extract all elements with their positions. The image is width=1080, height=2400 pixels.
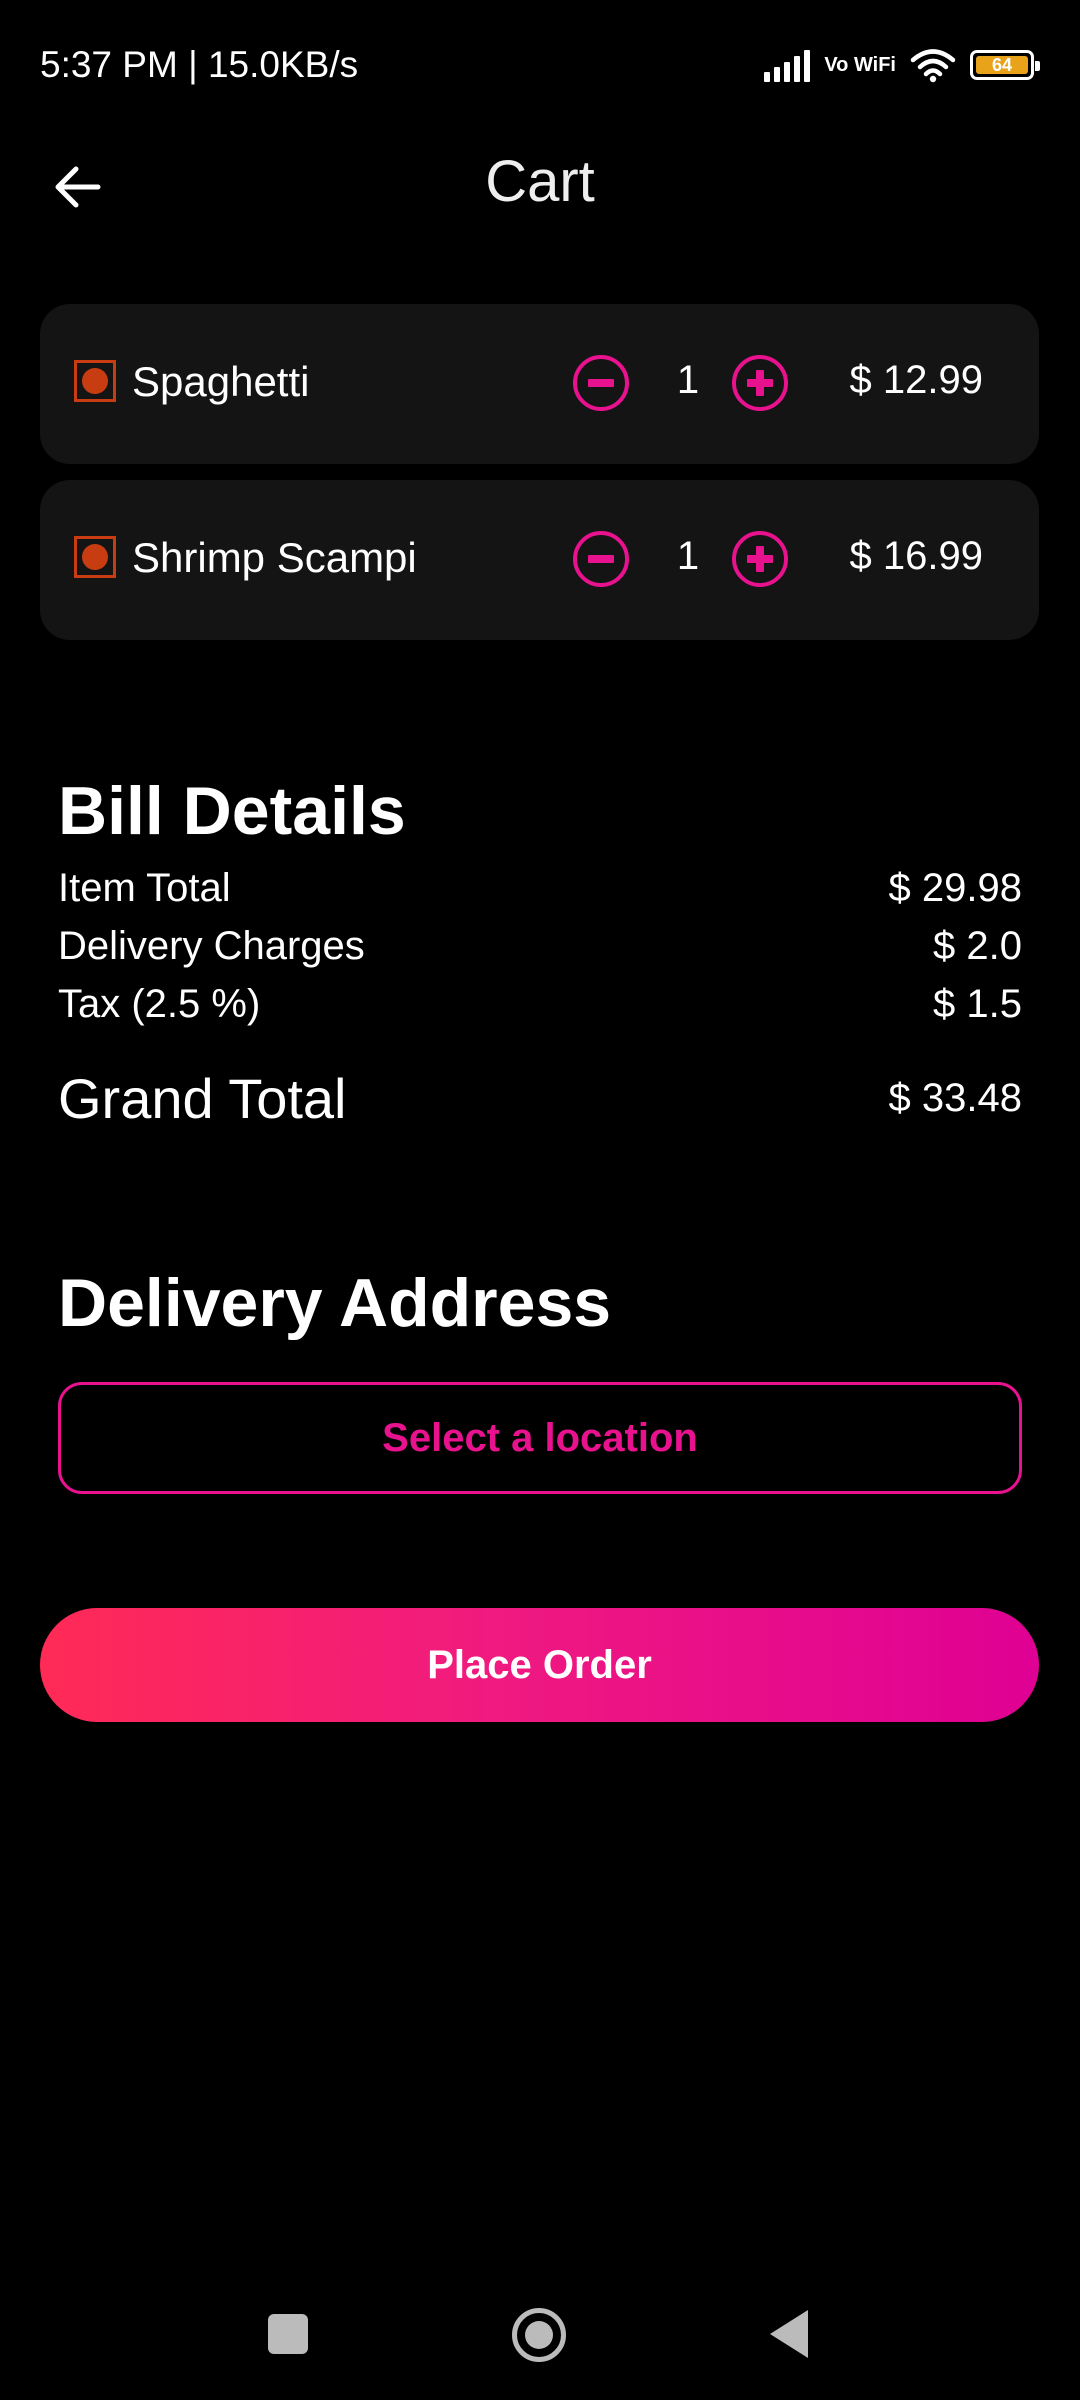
decrease-quantity-button[interactable]	[573, 355, 629, 411]
page-title: Cart	[485, 149, 595, 214]
increase-quantity-button[interactable]	[732, 531, 788, 587]
cart-item: Spaghetti 1 $ 12.99	[40, 304, 1039, 464]
cart-list: Spaghetti 1 $ 12.99 Shrimp Scampi 1 $ 16…	[40, 304, 1039, 656]
bill-row-value: $ 1.5	[933, 982, 1022, 1026]
food-type-icon	[74, 360, 116, 402]
grand-total-value: $ 33.48	[888, 1076, 1022, 1120]
cart-item-name: Shrimp Scampi	[132, 534, 417, 581]
bill-row-tax: Tax (2.5 %) $ 1.5	[58, 982, 1022, 1027]
food-type-icon	[74, 536, 116, 578]
bill-details-title: Bill Details	[58, 773, 406, 849]
system-nav-bar	[0, 2280, 1080, 2400]
bill-row-label: Item Total	[58, 866, 231, 910]
quantity-value: 1	[676, 534, 700, 578]
decrease-quantity-button[interactable]	[573, 531, 629, 587]
battery-level: 64	[976, 55, 1028, 75]
grand-total-label: Grand Total	[58, 1067, 347, 1130]
grand-total-row: Grand Total $ 33.48	[58, 1066, 1022, 1131]
system-back-button[interactable]	[770, 2310, 808, 2358]
cart-item-name: Spaghetti	[132, 358, 310, 405]
bill-row-value: $ 29.98	[888, 866, 1022, 910]
recent-apps-button[interactable]	[268, 2314, 308, 2354]
cart-item-price: $ 16.99	[849, 534, 983, 578]
select-location-button[interactable]: Select a location	[58, 1382, 1022, 1494]
delivery-address-title: Delivery Address	[58, 1265, 612, 1341]
bill-row-label: Tax (2.5 %)	[58, 982, 261, 1026]
bill-row-value: $ 2.0	[933, 924, 1022, 968]
bill-row-delivery-charges: Delivery Charges $ 2.0	[58, 924, 1022, 969]
cart-item: Shrimp Scampi 1 $ 16.99	[40, 480, 1039, 640]
quantity-value: 1	[676, 358, 700, 402]
battery-icon: 64	[970, 50, 1040, 80]
cart-item-price: $ 12.99	[849, 358, 983, 402]
increase-quantity-button[interactable]	[732, 355, 788, 411]
signal-strength-icon	[764, 48, 811, 82]
place-order-button[interactable]: Place Order	[40, 1608, 1039, 1722]
wifi-icon	[910, 49, 956, 83]
app-bar: Cart	[0, 130, 1080, 230]
bill-row-item-total: Item Total $ 29.98	[58, 866, 1022, 911]
home-button[interactable]	[512, 2308, 566, 2362]
status-time: 5:37 PM | 15.0KB/s	[40, 44, 359, 85]
status-bar: 5:37 PM | 15.0KB/s Vo WiFi 64	[0, 0, 1080, 130]
vowifi-label: Vo WiFi	[824, 53, 896, 76]
status-icons: Vo WiFi 64	[764, 40, 1040, 90]
bill-row-label: Delivery Charges	[58, 924, 365, 968]
